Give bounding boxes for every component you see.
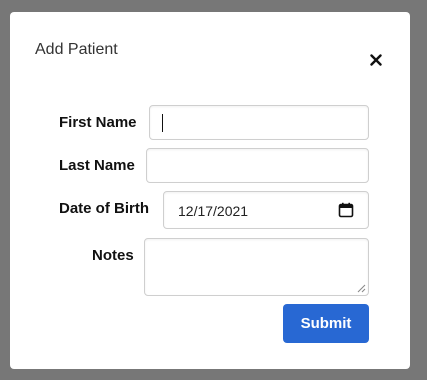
first-name-label: First Name: [59, 114, 137, 131]
last-name-input[interactable]: [146, 148, 369, 183]
text-caret: [162, 114, 163, 132]
dob-input[interactable]: 12/17/2021: [163, 191, 369, 229]
close-x-icon: [370, 54, 382, 66]
dob-value: 12/17/2021: [178, 203, 249, 219]
first-name-input[interactable]: [149, 105, 369, 140]
submit-button[interactable]: Submit: [283, 304, 369, 343]
resize-grip-icon[interactable]: [357, 284, 366, 293]
last-name-label: Last Name: [59, 157, 135, 174]
notes-textarea[interactable]: [144, 238, 369, 296]
dob-label: Date of Birth: [59, 200, 149, 217]
calendar-icon[interactable]: [338, 202, 354, 218]
add-patient-dialog: Add Patient First Name Last Name Date of…: [10, 12, 410, 369]
close-button[interactable]: [366, 50, 386, 70]
dialog-title: Add Patient: [35, 41, 118, 58]
notes-label: Notes: [92, 247, 134, 264]
